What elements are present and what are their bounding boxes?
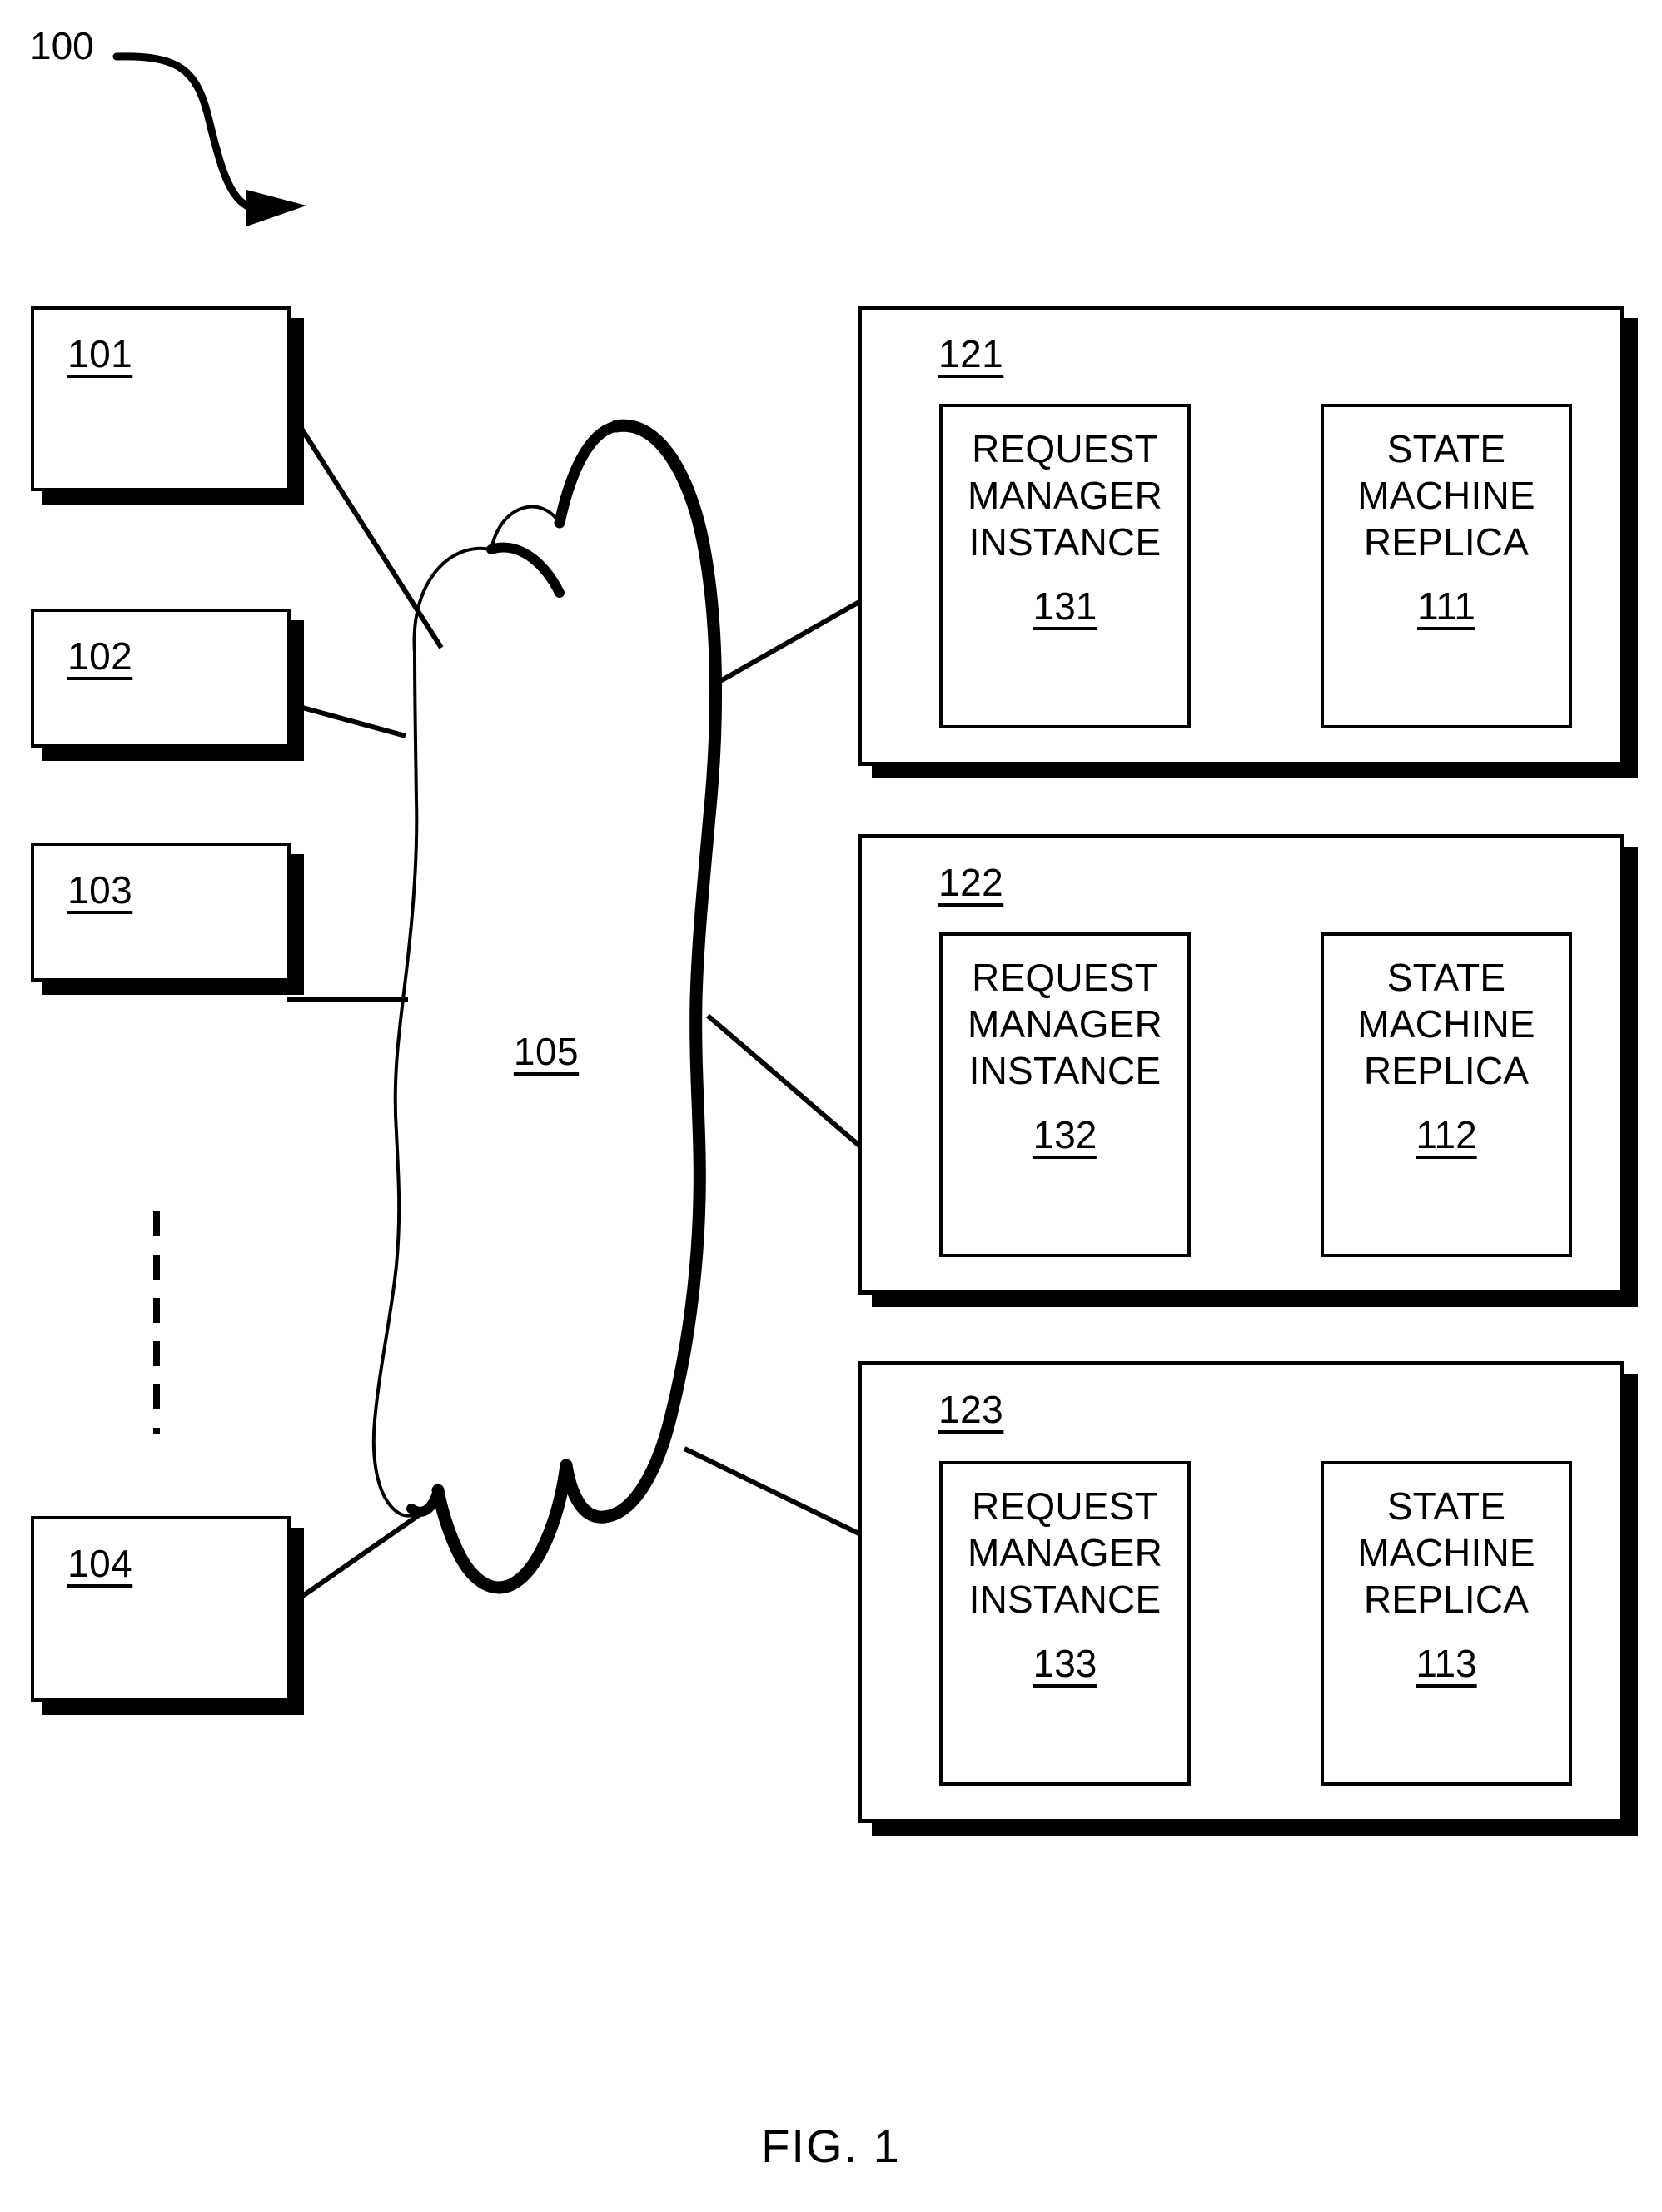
connector-104-cloud	[286, 1503, 435, 1609]
client-box-102[interactable]: 102	[31, 609, 291, 748]
network-cloud-label-105: 105	[513, 1030, 580, 1073]
request-manager-title: REQUEST MANAGER INSTANCE	[968, 1484, 1162, 1622]
node-panel-121[interactable]: 121 REQUEST MANAGER INSTANCE 131 STATE M…	[858, 306, 1624, 766]
connector-102-cloud	[286, 701, 406, 738]
client-box-103[interactable]: 103	[31, 843, 291, 982]
request-manager-title: REQUEST MANAGER INSTANCE	[968, 956, 1162, 1093]
request-manager-ref-131: 131	[1033, 584, 1097, 629]
request-manager-instance-131[interactable]: REQUEST MANAGER INSTANCE 131	[939, 404, 1191, 728]
figure-leader-arrow	[112, 52, 306, 226]
client-box-101[interactable]: 101	[31, 306, 291, 491]
node-panel-122[interactable]: 122 REQUEST MANAGER INSTANCE 132 STATE M…	[858, 834, 1624, 1295]
state-machine-replica-111[interactable]: STATE MACHINE REPLICA 111	[1321, 404, 1572, 728]
client-ref-101: 101	[67, 332, 133, 375]
state-machine-ref-111: 111	[1417, 584, 1475, 629]
state-machine-ref-112: 112	[1416, 1113, 1477, 1157]
node-panel-ref-123: 123	[938, 1388, 1004, 1431]
state-machine-title: STATE MACHINE REPLICA	[1357, 1484, 1535, 1622]
state-machine-replica-113[interactable]: STATE MACHINE REPLICA 113	[1321, 1461, 1572, 1786]
request-manager-instance-133[interactable]: REQUEST MANAGER INSTANCE 133	[939, 1461, 1191, 1786]
client-cloud-connectors	[285, 405, 444, 1609]
state-machine-title: STATE MACHINE REPLICA	[1357, 427, 1535, 564]
client-ref-103: 103	[67, 868, 133, 912]
request-manager-instance-132[interactable]: REQUEST MANAGER INSTANCE 132	[939, 932, 1191, 1257]
patent-figure-1: 100 101 102 103 104 105 121 REQUEST MANA…	[0, 0, 1662, 2212]
node-panel-123[interactable]: 123 REQUEST MANAGER INSTANCE 133 STATE M…	[858, 1361, 1624, 1823]
client-box-104[interactable]: 104	[31, 1516, 291, 1702]
state-machine-replica-112[interactable]: STATE MACHINE REPLICA 112	[1321, 932, 1572, 1257]
client-box-shadows	[42, 318, 304, 1715]
state-machine-ref-113: 113	[1416, 1642, 1477, 1686]
network-cloud-105	[371, 419, 723, 1594]
client-ref-102: 102	[67, 634, 133, 678]
request-manager-ref-132: 132	[1033, 1113, 1097, 1157]
node-panel-ref-122: 122	[938, 861, 1004, 904]
figure-caption: FIG. 1	[761, 2120, 901, 2172]
request-manager-ref-133: 133	[1033, 1642, 1097, 1686]
state-machine-title: STATE MACHINE REPLICA	[1357, 956, 1535, 1093]
request-manager-title: REQUEST MANAGER INSTANCE	[968, 427, 1162, 564]
connector-101-cloud	[285, 405, 444, 649]
node-panel-ref-121: 121	[938, 332, 1004, 375]
figure-reference-100: 100	[30, 24, 94, 67]
client-ref-104: 104	[67, 1542, 133, 1585]
